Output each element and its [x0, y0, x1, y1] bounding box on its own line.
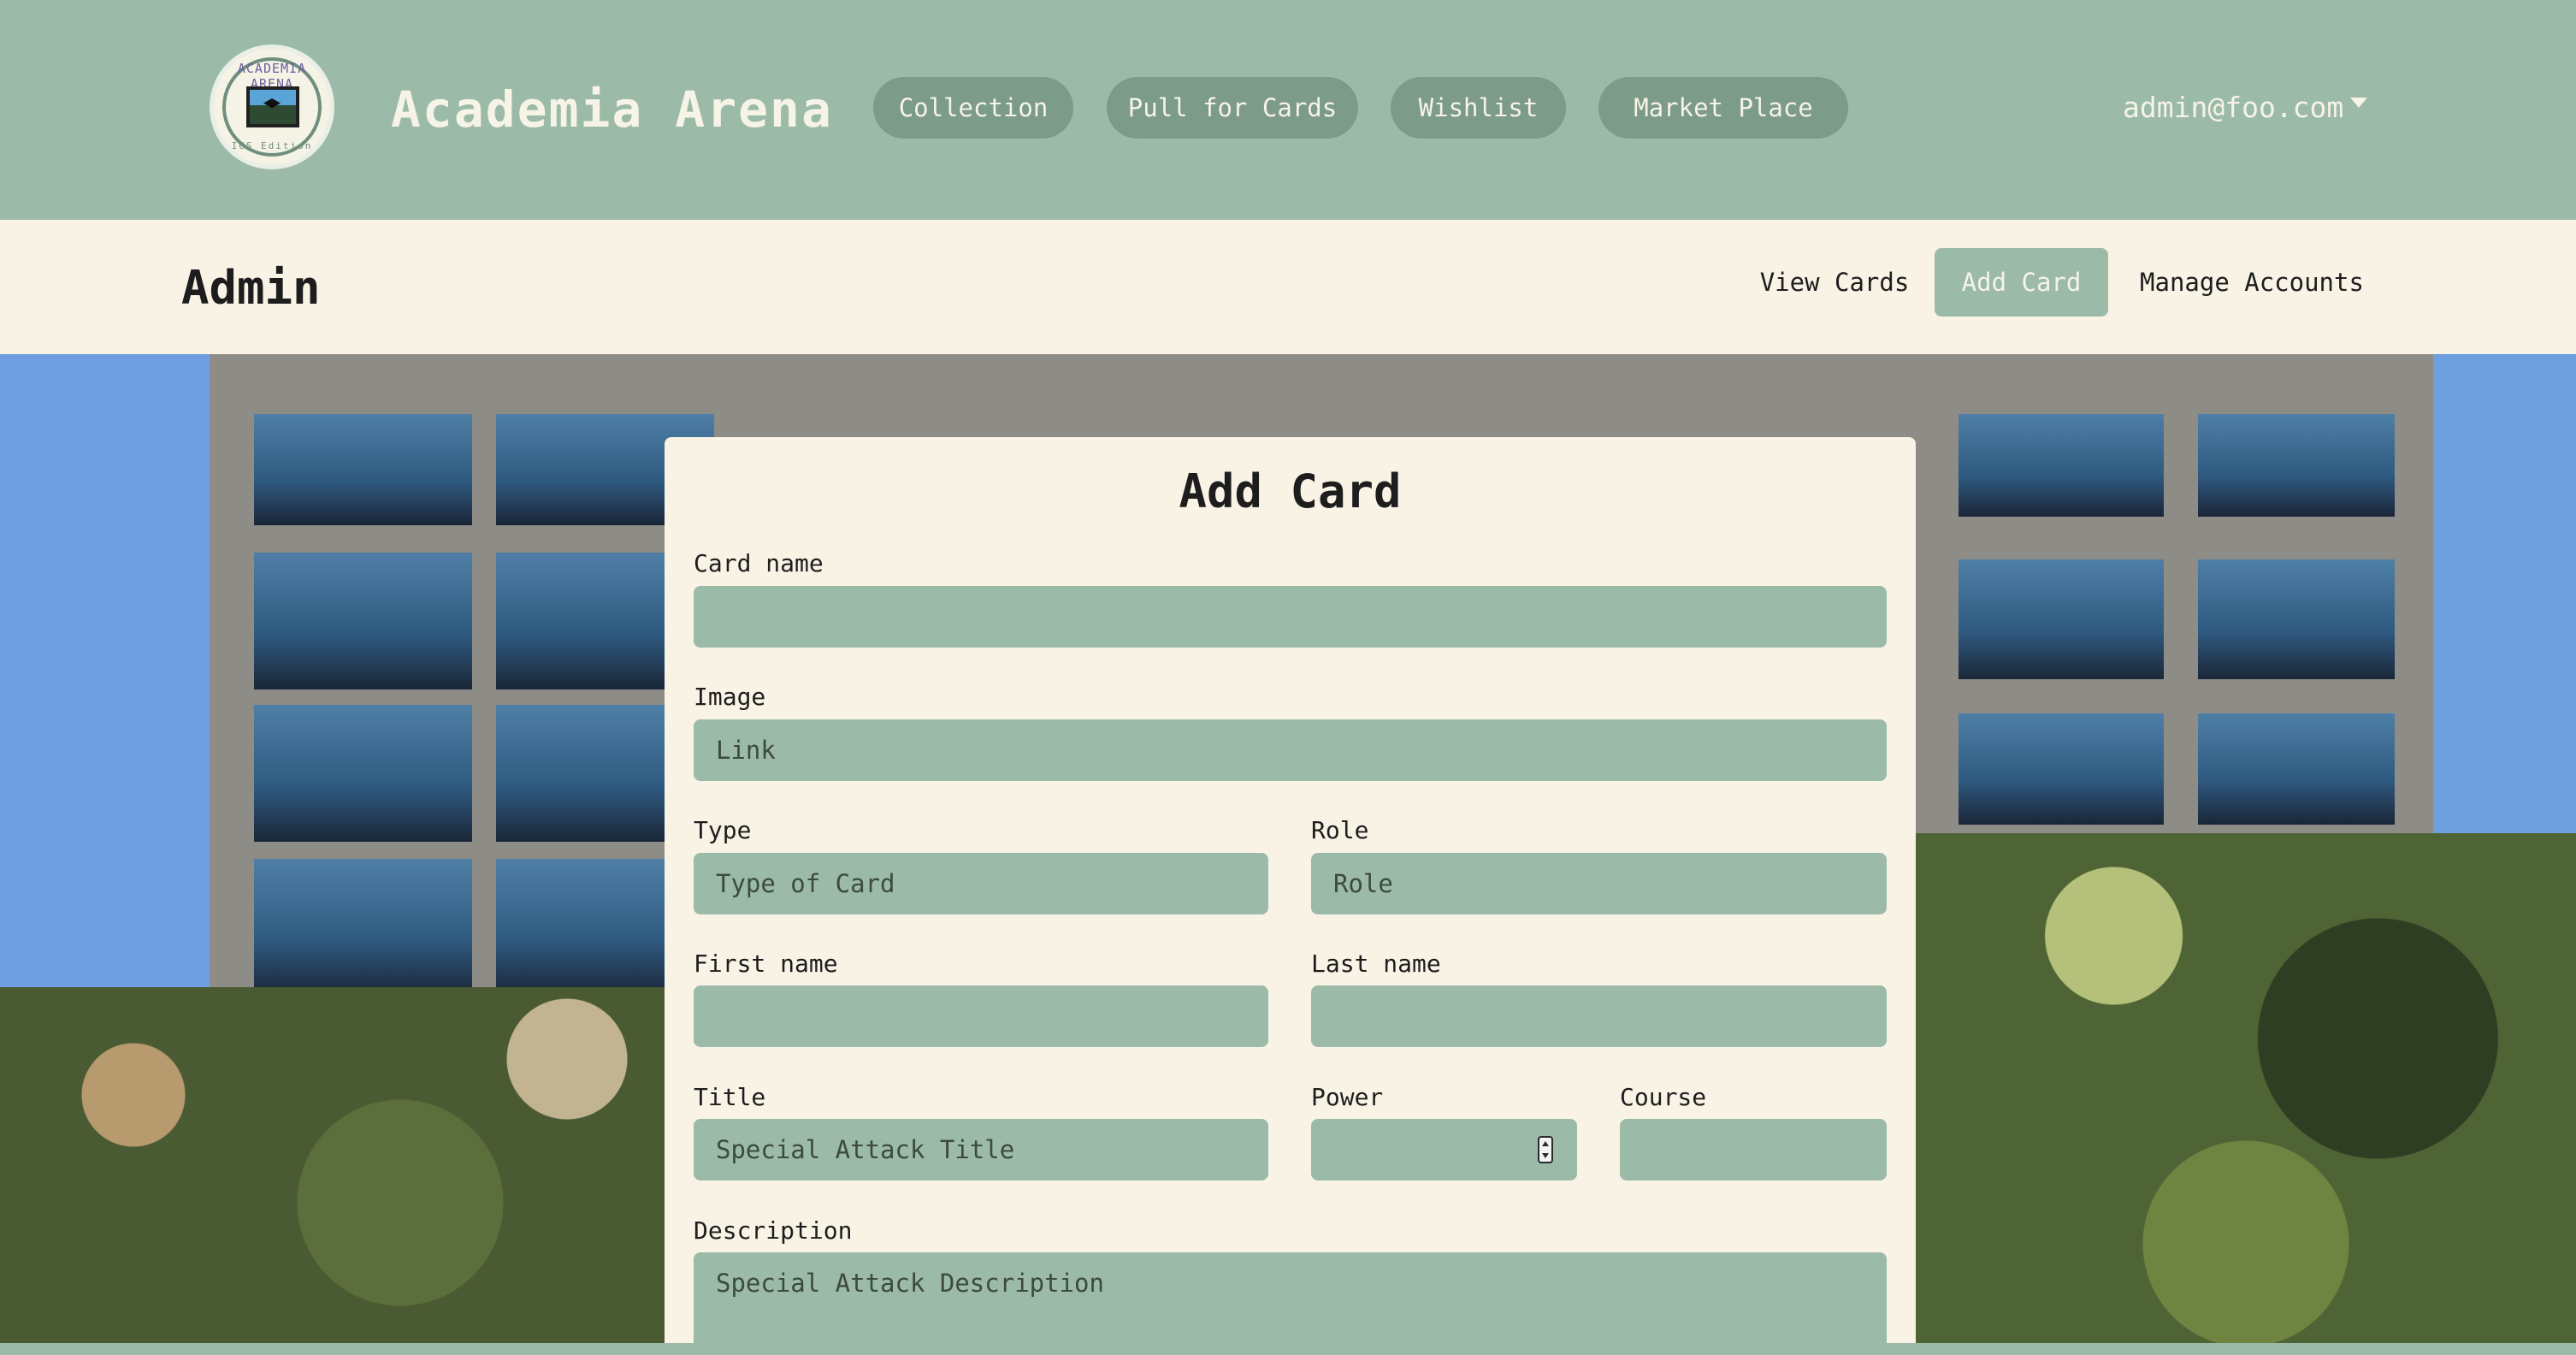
user-dropdown[interactable]: admin@foo.com — [2123, 82, 2368, 133]
admin-subnav: Admin View Cards Add Card Manage Account… — [0, 220, 2576, 354]
description-label: Description — [694, 1216, 853, 1245]
title-label: Title — [694, 1083, 766, 1111]
course-input[interactable] — [1620, 1119, 1887, 1180]
role-label: Role — [1311, 816, 1369, 844]
trees-right — [1916, 833, 2576, 1343]
user-email: admin@foo.com — [2123, 91, 2344, 124]
power-number-input[interactable] — [1311, 1119, 1577, 1180]
academia-arena-logo[interactable]: ACADEMIA ARENA ICS Edition — [210, 44, 334, 169]
caret-down-icon — [2350, 97, 2368, 108]
course-label: Course — [1620, 1083, 1707, 1111]
nav-pull-for-cards[interactable]: Pull for Cards — [1107, 77, 1358, 139]
logo-text-bottom: ICS Edition — [231, 140, 313, 151]
number-spinner-icon[interactable] — [1538, 1136, 1553, 1163]
admin-manage-accounts[interactable]: Manage Accounts — [2128, 248, 2376, 317]
title-input[interactable]: Special Attack Title — [694, 1119, 1268, 1180]
role-input[interactable]: Role — [1311, 853, 1887, 914]
trees-left — [0, 987, 667, 1343]
nav-market-place[interactable]: Market Place — [1598, 77, 1848, 139]
nav-collection[interactable]: Collection — [873, 77, 1073, 139]
last-name-label: Last name — [1311, 950, 1441, 978]
description-textarea[interactable]: Special Attack Description — [694, 1252, 1887, 1355]
logo-computer-icon — [246, 86, 299, 127]
card-name-input[interactable] — [694, 586, 1887, 648]
brand-title[interactable]: Academia Arena — [391, 75, 833, 144]
power-label: Power — [1311, 1083, 1384, 1111]
card-name-label: Card name — [694, 549, 824, 577]
type-label: Type — [694, 816, 752, 844]
admin-title: Admin — [181, 261, 321, 315]
first-name-input[interactable] — [694, 985, 1268, 1047]
add-card-form: Add Card Card name Image Link Type Type … — [665, 437, 1916, 1355]
first-name-label: First name — [694, 950, 838, 978]
image-label: Image — [694, 683, 766, 711]
form-title: Add Card — [1179, 464, 1402, 518]
admin-view-cards[interactable]: View Cards — [1753, 248, 1916, 317]
nav-wishlist[interactable]: Wishlist — [1391, 77, 1566, 139]
last-name-input[interactable] — [1311, 985, 1887, 1047]
admin-add-card[interactable]: Add Card — [1935, 248, 2108, 317]
top-navbar: ACADEMIA ARENA ICS Edition Academia Aren… — [0, 0, 2576, 220]
image-link-input[interactable]: Link — [694, 719, 1887, 781]
type-input[interactable]: Type of Card — [694, 853, 1268, 914]
